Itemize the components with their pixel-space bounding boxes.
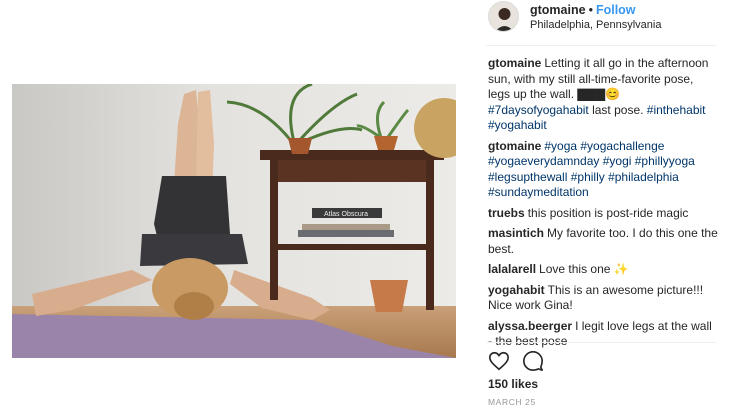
post-sidebar: gtomaine • Follow Philadelphia, Pennsylvan… xyxy=(472,0,730,411)
likes-count[interactable]: 150 likes xyxy=(488,377,538,391)
follow-button[interactable]: Follow xyxy=(596,3,636,17)
post-photo[interactable]: Atlas Obscura xyxy=(12,84,456,358)
separator-dot: • xyxy=(588,3,593,17)
comment-username[interactable]: lalalarell xyxy=(488,262,536,276)
comment-username[interactable]: truebs xyxy=(488,206,525,220)
post-username[interactable]: gtomaine xyxy=(530,3,586,17)
post-actions xyxy=(488,350,552,374)
comment-username[interactable]: gtomaine xyxy=(488,139,541,153)
username-row: gtomaine • Follow xyxy=(530,3,636,17)
comment-username[interactable]: masintich xyxy=(488,226,544,240)
hashtag-comment: gtomaine #yoga #yogachallenge #yogaeveryd… xyxy=(488,139,718,201)
book-title: Atlas Obscura xyxy=(324,211,368,218)
divider xyxy=(486,342,716,343)
comments-list: gtomaine Letting it all go in the afterno… xyxy=(488,56,718,355)
caption-comment: gtomaine Letting it all go in the afterno… xyxy=(488,56,718,134)
list-item: truebs this position is post-ride magic xyxy=(488,206,718,222)
post-date: MARCH 25 xyxy=(488,397,536,407)
comment-username[interactable]: gtomaine xyxy=(488,56,541,70)
comment-emoji: ▇▇▇😊 xyxy=(577,87,621,101)
comment-username[interactable]: yogahabit xyxy=(488,283,545,297)
photo-image: Atlas Obscura xyxy=(12,84,456,358)
comment-username[interactable]: alyssa.beerger xyxy=(488,319,572,333)
list-item: yogahabit This is an awesome picture!!! N… xyxy=(488,283,718,314)
list-item: alyssa.beerger I legit love legs at the w… xyxy=(488,319,718,350)
list-item: masintich My favorite too. I do this one … xyxy=(488,226,718,257)
comment-text: last pose. xyxy=(588,102,647,117)
heart-icon[interactable] xyxy=(488,350,510,372)
comment-text: this position is post-ride magic xyxy=(527,205,689,220)
post-location[interactable]: Philadelphia, Pennsylvania xyxy=(530,19,661,31)
comment-hashtag[interactable]: #7daysofyogahabit xyxy=(488,103,589,117)
list-item: lalalarell Love this one ✨ xyxy=(488,262,718,278)
comment-icon[interactable] xyxy=(522,350,544,372)
avatar[interactable] xyxy=(488,1,519,32)
comment-text: Love this one ✨ xyxy=(539,262,629,276)
post-header: gtomaine • Follow Philadelphia, Pennsylvan… xyxy=(486,0,716,46)
